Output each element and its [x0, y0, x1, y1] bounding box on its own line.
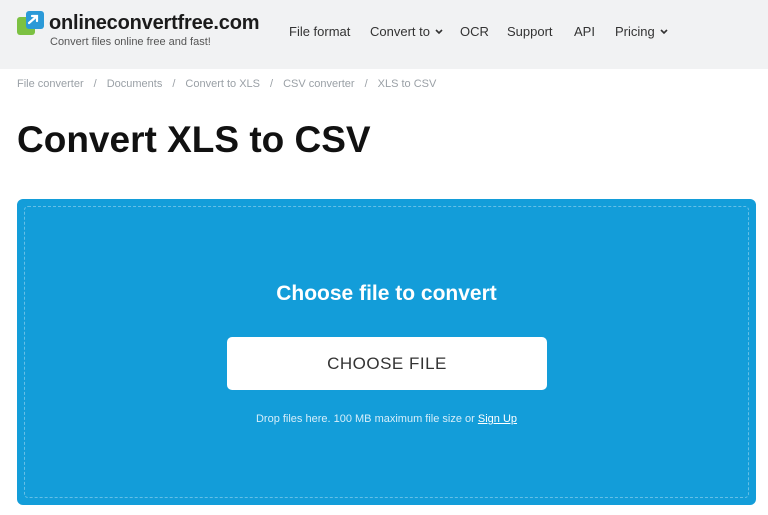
breadcrumb-item[interactable]: CSV converter: [283, 78, 355, 92]
chevron-down-icon: [435, 28, 443, 34]
nav-label: OCR: [460, 24, 489, 39]
site-header: onlineconvertfree.com Convert files onli…: [0, 0, 768, 69]
logo-text[interactable]: onlineconvertfree.com: [49, 12, 260, 35]
choose-file-button[interactable]: CHOOSE FILE: [227, 337, 547, 390]
breadcrumb-item[interactable]: Convert to XLS: [185, 78, 260, 92]
page-title: Convert XLS to CSV: [17, 119, 371, 160]
breadcrumb-separator: /: [270, 78, 274, 90]
nav-pricing[interactable]: Pricing: [615, 24, 668, 39]
nav-label: API: [574, 24, 595, 39]
breadcrumb-item[interactable]: File converter: [17, 78, 84, 92]
nav-support[interactable]: Support: [507, 24, 553, 39]
nav-file-format[interactable]: File format: [289, 24, 350, 39]
nav-ocr[interactable]: OCR: [460, 24, 489, 39]
drop-hint-text: Drop files here. 100 MB maximum file siz…: [255, 413, 475, 425]
nav-label: Pricing: [615, 24, 655, 39]
nav-label: File format: [289, 24, 351, 39]
logo-tagline: Convert files online free and fast!: [50, 36, 211, 48]
nav-label: Convert to: [370, 24, 430, 39]
sign-up-link[interactable]: Sign Up: [478, 413, 517, 425]
breadcrumb-separator: /: [172, 78, 176, 90]
upload-heading: Choose file to convert: [276, 282, 497, 305]
nav-label: Support: [507, 24, 553, 39]
nav-api[interactable]: API: [574, 24, 595, 39]
breadcrumb-separator: /: [364, 78, 368, 90]
breadcrumb-item[interactable]: Documents: [107, 78, 163, 92]
chevron-down-icon: [660, 28, 668, 34]
logo-icon[interactable]: [17, 11, 45, 35]
breadcrumb-separator: /: [93, 78, 97, 90]
drop-hint: Drop files here. 100 MB maximum file siz…: [17, 413, 756, 425]
upload-panel: Choose file to convert CHOOSE FILE Drop …: [17, 199, 756, 505]
breadcrumb: File converter / Documents / Convert to …: [17, 78, 436, 92]
breadcrumb-item[interactable]: XLS to CSV: [378, 78, 437, 92]
nav-convert-to[interactable]: Convert to: [370, 24, 443, 39]
